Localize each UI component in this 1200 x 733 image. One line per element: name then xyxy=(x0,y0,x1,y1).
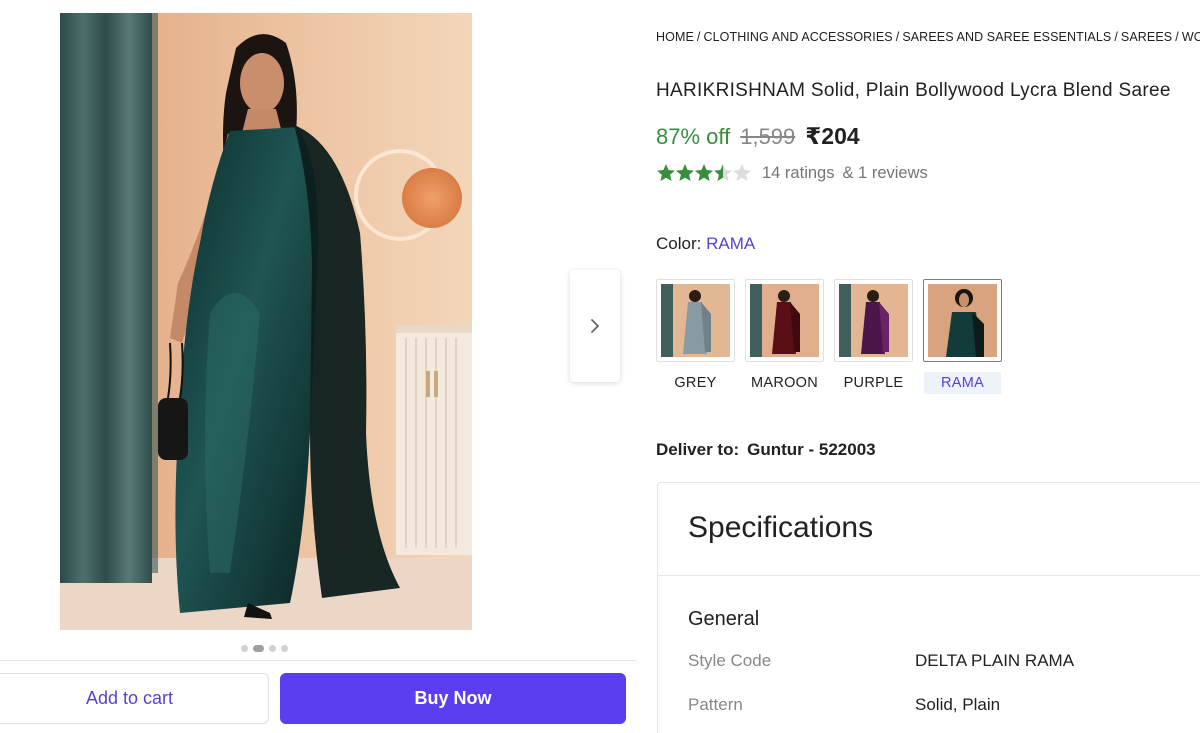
original-price: 1,599 xyxy=(740,124,796,149)
add-to-cart-button[interactable]: Add to cart xyxy=(0,673,269,724)
price-row: 87% off 1,599 ₹204 xyxy=(656,123,860,150)
spec-key: Pattern xyxy=(688,695,743,714)
breadcrumb-home[interactable]: HOME xyxy=(656,30,694,44)
half-star-icon xyxy=(714,164,732,181)
product-main-image[interactable] xyxy=(60,13,472,630)
star-rating xyxy=(656,163,752,183)
swatch-thumbnail xyxy=(745,279,824,362)
color-option-purple[interactable]: PURPLE xyxy=(834,279,913,394)
spec-row-style-code: Style Code DELTA PLAIN RAMA xyxy=(688,651,1200,671)
spec-value: DELTA PLAIN RAMA xyxy=(915,651,1075,670)
breadcrumb: HOME / CLOTHING AND ACCESSORIES / SAREES AND… xyxy=(656,30,1200,44)
star-icon xyxy=(657,164,675,181)
color-option-rama[interactable]: RAMA xyxy=(923,279,1002,394)
spec-row-pattern: Pattern Solid, Plain xyxy=(688,695,1200,715)
delivery-label: Deliver to: xyxy=(656,440,740,459)
selling-price: ₹204 xyxy=(805,123,860,149)
color-option-maroon[interactable]: MAROON xyxy=(745,279,824,394)
reviews-count: & 1 reviews xyxy=(842,163,928,182)
swatch-thumbnail xyxy=(834,279,913,362)
swatch-thumbnail xyxy=(656,279,735,362)
ratings-count: 14 ratings xyxy=(762,163,835,182)
divider xyxy=(658,575,1200,576)
spec-key: Style Code xyxy=(688,651,772,670)
rating-row[interactable]: 14 ratings & 1 reviews xyxy=(656,163,928,183)
color-option-grey[interactable]: GREY xyxy=(656,279,735,394)
breadcrumb-sarees[interactable]: SAREES xyxy=(1121,30,1172,44)
buy-now-button[interactable]: Buy Now xyxy=(280,673,626,724)
color-swatches: GREY MAROON PURPLE RAMA xyxy=(656,279,1002,394)
spec-value: Solid, Plain xyxy=(915,695,1001,714)
delivery-info[interactable]: Deliver to: Guntur - 522003 xyxy=(656,440,876,460)
color-option-label: RAMA xyxy=(924,372,1001,394)
specifications-card: Specifications General Style Code DELTA … xyxy=(657,482,1200,733)
action-bar: Add to cart Buy Now xyxy=(0,660,637,733)
swatch-thumbnail xyxy=(923,279,1002,362)
color-option-label: PURPLE xyxy=(843,375,904,391)
discount-percent: 87% off xyxy=(656,124,731,149)
color-option-label: MAROON xyxy=(750,375,819,391)
breadcrumb-sarees-essentials[interactable]: SAREES AND SAREE ESSENTIALS xyxy=(902,30,1111,44)
delivery-location: Guntur - 522003 xyxy=(747,440,876,459)
gallery-dot-active[interactable] xyxy=(253,645,264,652)
product-title: HARIKRISHNAM Solid, Plain Bollywood Lycr… xyxy=(656,80,1171,101)
color-option-label: GREY xyxy=(674,375,717,391)
gallery-dot[interactable] xyxy=(269,645,276,652)
color-label: Color: RAMA xyxy=(656,234,755,254)
gallery-pagination xyxy=(241,645,288,652)
chevron-right-icon xyxy=(591,319,599,333)
breadcrumb-women[interactable]: WO xyxy=(1182,30,1200,44)
empty-star-icon xyxy=(733,164,751,181)
star-icon xyxy=(695,164,713,181)
color-label-key: Color: xyxy=(656,234,702,253)
breadcrumb-clothing[interactable]: CLOTHING AND ACCESSORIES xyxy=(703,30,892,44)
specifications-title: Specifications xyxy=(688,511,874,544)
spec-section-general: General xyxy=(688,608,760,630)
gallery-next-button[interactable] xyxy=(570,270,620,382)
gallery-dot[interactable] xyxy=(281,645,288,652)
gallery-dot[interactable] xyxy=(241,645,248,652)
star-icon xyxy=(676,164,694,181)
selected-color: RAMA xyxy=(706,234,756,253)
